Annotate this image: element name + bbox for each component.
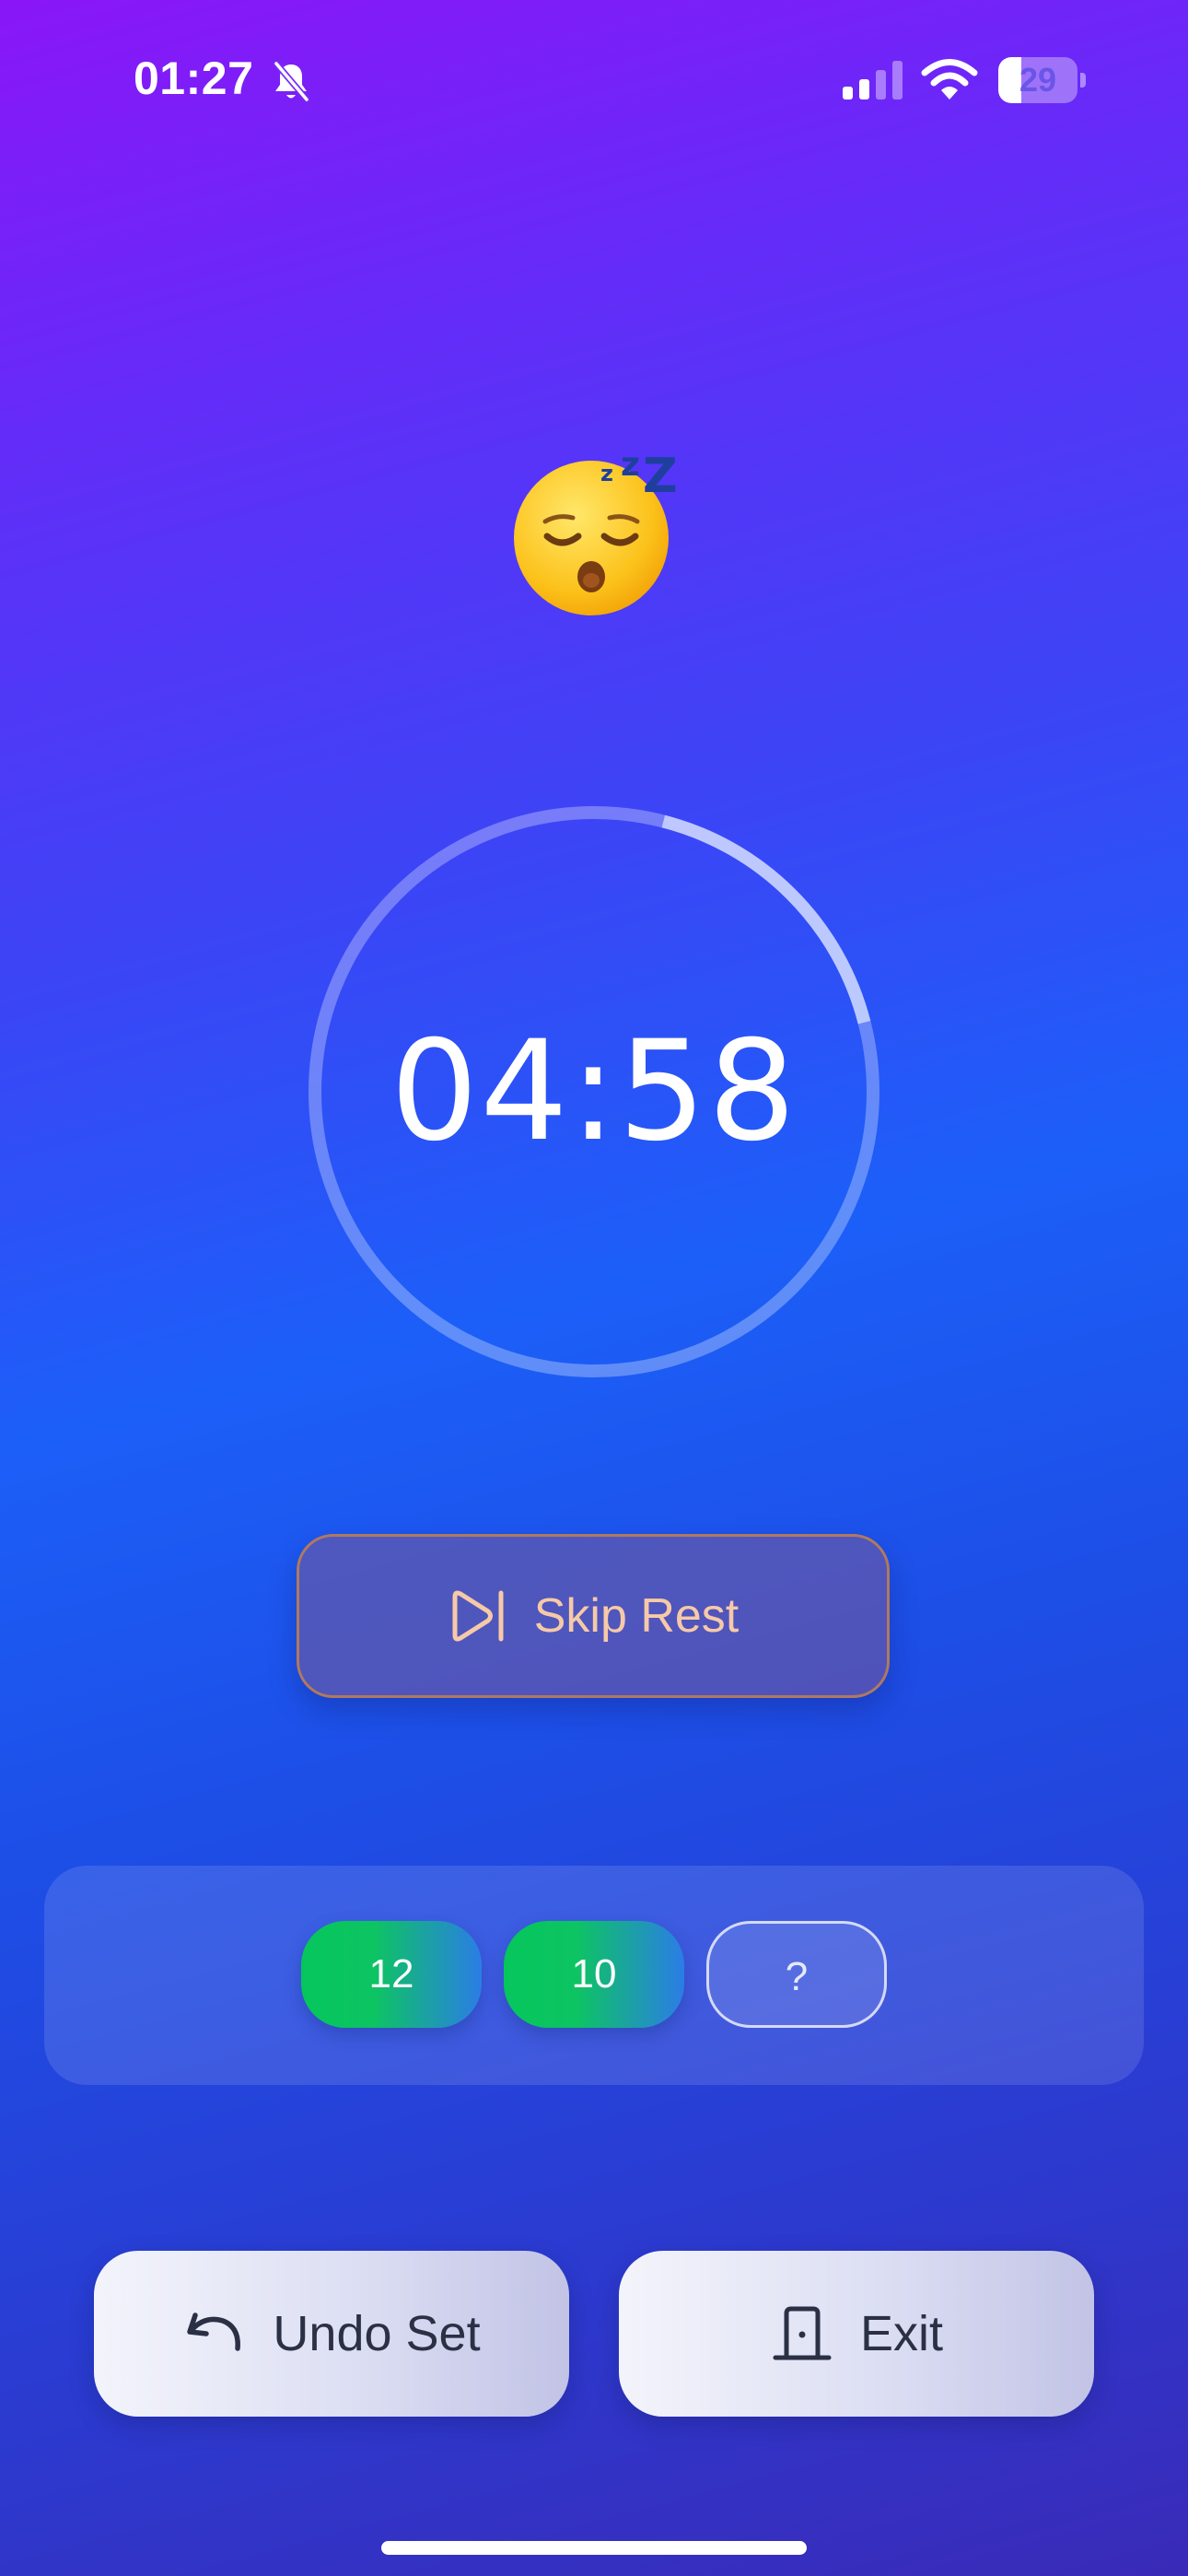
bell-slash-icon	[273, 61, 310, 103]
set-pill-2[interactable]: 10	[504, 1921, 684, 2028]
svg-text:z: z	[621, 446, 640, 484]
skip-rest-label: Skip Rest	[533, 1589, 740, 1643]
home-indicator[interactable]	[381, 2541, 807, 2555]
exit-label: Exit	[859, 2306, 944, 2361]
sleeping-face-emoji: z z Z	[514, 446, 678, 615]
undo-set-label: Undo Set	[273, 2306, 481, 2361]
cellular-signal-icon	[843, 61, 903, 100]
exit-button[interactable]: Exit	[619, 2251, 1094, 2417]
set-pill-3[interactable]: ?	[706, 1921, 887, 2028]
battery-indicator: 29	[998, 57, 1087, 103]
undo-arrow-icon	[187, 2313, 241, 2351]
status-time: 01:27	[134, 53, 254, 104]
rest-timer-ring: 04:58	[306, 803, 882, 1380]
svg-text:z: z	[600, 461, 613, 486]
wifi-icon	[921, 59, 978, 100]
skip-rest-button[interactable]: Skip Rest	[297, 1534, 890, 1698]
skip-forward-icon	[452, 1590, 504, 1642]
battery-nub	[1080, 73, 1086, 88]
status-bar: 01:27 29	[0, 0, 1188, 161]
sets-panel: 12 10 ?	[44, 1866, 1144, 2085]
undo-set-button[interactable]: Undo Set	[94, 2251, 569, 2417]
rest-timer-countdown: 04:58	[390, 1012, 798, 1172]
door-icon	[773, 2306, 832, 2360]
set-pill-1[interactable]: 12	[301, 1921, 482, 2028]
battery-percent: 29	[1019, 61, 1057, 99]
svg-text:Z: Z	[643, 449, 678, 504]
